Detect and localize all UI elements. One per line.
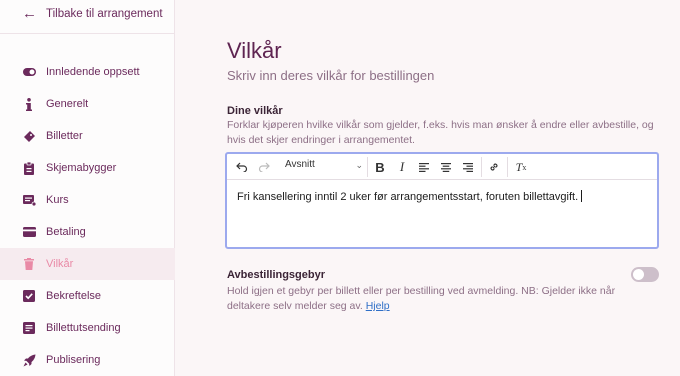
link-icon[interactable] <box>485 158 503 176</box>
cancel-fee-description: Hold igjen et gebyr per billett eller pe… <box>227 284 637 314</box>
back-label: Tilbake til arrangement <box>46 8 163 20</box>
sidebar-item-label: Betaling <box>46 226 86 238</box>
back-to-event-link[interactable]: ← Tilbake til arrangement <box>0 0 175 34</box>
help-link[interactable]: Hjelp <box>366 300 390 312</box>
course-icon <box>22 193 36 207</box>
page-title: Vilkår <box>227 38 282 63</box>
page-subtitle: Skriv inn deres vilkår for bestillingen <box>227 68 435 83</box>
toolbar-divider <box>481 157 482 177</box>
align-left-icon[interactable] <box>415 158 433 176</box>
redo-icon[interactable] <box>255 158 273 176</box>
sidebar-item-vilkar[interactable]: Vilkår <box>0 248 175 280</box>
rocket-icon <box>22 353 36 367</box>
terms-editor[interactable]: Avsnitt ⌄ B I Tx Fri kansellering inntil… <box>225 152 659 249</box>
cancel-fee-description-text: Hold igjen et gebyr per billett eller pe… <box>227 285 616 312</box>
sidebar-item-bekreftelse[interactable]: Bekreftelse <box>0 280 175 312</box>
sidebar: ← Tilbake til arrangement Innledende opp… <box>0 0 175 376</box>
trash-icon <box>22 257 36 271</box>
format-select[interactable]: Avsnitt ⌄ <box>285 159 365 175</box>
main-content: Vilkår Skriv inn deres vilkår for bestil… <box>176 0 680 376</box>
align-right-icon[interactable] <box>459 158 477 176</box>
sidebar-item-publisering[interactable]: Publisering <box>0 344 175 376</box>
arrow-left-icon: ← <box>22 5 37 22</box>
format-select-value: Avsnitt <box>285 159 315 170</box>
toolbar-divider <box>507 157 508 177</box>
italic-icon[interactable]: I <box>393 158 411 176</box>
sidebar-item-label: Bekreftelse <box>46 290 102 302</box>
sidebar-item-betaling[interactable]: Betaling <box>0 216 175 248</box>
sidebar-item-label: Innledende oppsett <box>46 66 140 78</box>
sidebar-item-label: Vilkår <box>46 258 74 270</box>
sidebar-item-label: Skjemabygger <box>46 162 117 174</box>
sidebar-item-skjemabygger[interactable]: Skjemabygger <box>0 152 175 184</box>
terms-section-description: Forklar kjøperen hvilke vilkår som gjeld… <box>227 119 654 146</box>
text-caret <box>581 190 583 202</box>
checkbox-icon <box>22 289 36 303</box>
sidebar-item-label: Billettutsending <box>46 322 121 334</box>
toggle-icon <box>22 65 36 79</box>
clear-formatting-icon[interactable]: Tx <box>511 158 531 176</box>
editor-text: Fri kansellering inntil 2 uker før arran… <box>237 191 579 203</box>
sidebar-item-label: Billetter <box>46 130 83 142</box>
send-icon <box>22 321 36 335</box>
align-center-icon[interactable] <box>437 158 455 176</box>
sidebar-item-billetter[interactable]: Billetter <box>0 120 175 152</box>
toolbar-divider <box>367 157 368 177</box>
ticket-icon <box>22 129 36 143</box>
sidebar-item-innledende-oppsett[interactable]: Innledende oppsett <box>0 56 175 88</box>
sidebar-item-label: Generelt <box>46 98 89 110</box>
sidebar-item-billettutsending[interactable]: Billettutsending <box>0 312 175 344</box>
chevron-down-icon: ⌄ <box>355 160 363 170</box>
terms-section-title: Dine vilkår <box>227 105 283 117</box>
cancel-fee-title: Avbestillingsgebyr <box>227 269 326 281</box>
clipboard-icon <box>22 161 36 175</box>
sidebar-item-label: Publisering <box>46 354 101 366</box>
info-icon <box>22 97 36 111</box>
sidebar-item-kurs[interactable]: Kurs <box>0 184 175 216</box>
credit-card-icon <box>22 225 36 239</box>
bold-icon[interactable]: B <box>371 158 389 176</box>
toggle-knob <box>633 269 644 280</box>
cancel-fee-toggle[interactable] <box>631 267 659 282</box>
editor-toolbar: Avsnitt ⌄ B I Tx <box>227 154 657 180</box>
sidebar-item-label: Kurs <box>46 194 69 206</box>
undo-icon[interactable] <box>233 158 251 176</box>
editor-content[interactable]: Fri kansellering inntil 2 uker før arran… <box>237 190 583 203</box>
sidebar-item-generelt[interactable]: Generelt <box>0 88 175 120</box>
